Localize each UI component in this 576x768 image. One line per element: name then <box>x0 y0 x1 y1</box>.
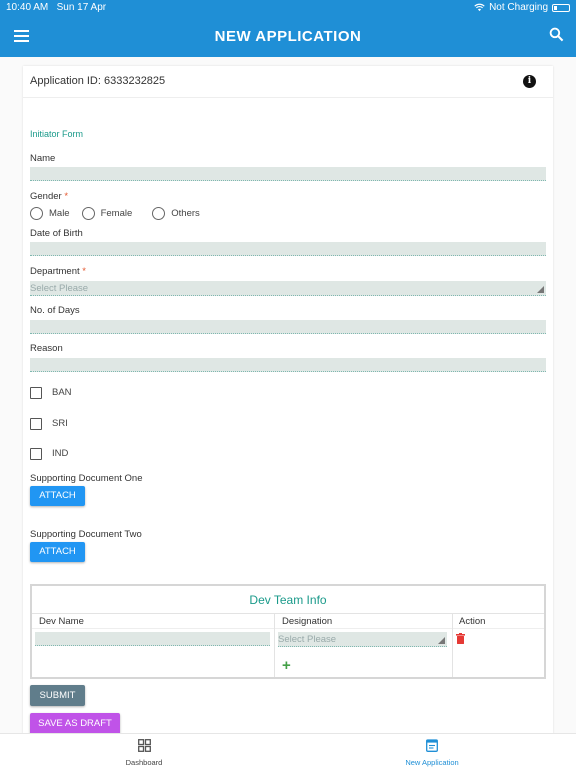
application-card: Application ID: 6333232825 i Initiator F… <box>23 66 553 734</box>
checkbox-label: BAN <box>52 387 72 398</box>
charging-status: Not Charging <box>489 2 548 13</box>
checkbox-label: SRI <box>52 418 68 429</box>
checkbox-box[interactable] <box>30 447 42 460</box>
search-icon[interactable] <box>549 27 564 42</box>
nav-label: New Application <box>405 758 459 767</box>
checkbox-label: IND <box>52 448 69 459</box>
gender-radio-group: Male Female Others <box>30 205 212 221</box>
table-divider <box>274 613 275 677</box>
required-mark: * <box>82 266 86 277</box>
nav-dashboard[interactable]: Dashboard <box>84 739 204 767</box>
save-draft-button[interactable]: SAVE AS DRAFT <box>30 713 120 734</box>
application-id: Application ID: 6333232825 <box>30 75 166 87</box>
attach-button-two[interactable]: ATTACH <box>30 542 85 562</box>
wifi-icon <box>474 3 485 12</box>
doc-two-label: Supporting Document Two <box>30 529 142 540</box>
table-divider <box>32 628 544 629</box>
checkbox-ban[interactable]: BAN <box>30 386 72 399</box>
checkbox-box[interactable] <box>30 386 42 399</box>
dashboard-icon <box>137 739 151 752</box>
status-time: 10:40 AM <box>6 2 49 13</box>
department-placeholder: Select Please <box>30 283 89 294</box>
app-bar: NEW APPLICATION <box>0 16 576 57</box>
attach-button-one[interactable]: ATTACH <box>30 486 85 506</box>
doc-one-label: Supporting Document One <box>30 473 143 484</box>
gender-label: Gender * <box>30 191 69 202</box>
page-title: NEW APPLICATION <box>214 28 362 45</box>
application-form-icon <box>426 739 438 752</box>
radio-label: Others <box>171 207 200 219</box>
radio-circle[interactable] <box>152 206 166 220</box>
info-icon[interactable]: i <box>523 75 536 88</box>
status-date: Sun 17 Apr <box>56 2 107 13</box>
department-select[interactable]: Select Please <box>30 281 546 296</box>
radio-circle[interactable] <box>81 206 95 220</box>
nav-new-application[interactable]: New Application <box>372 739 492 767</box>
name-field[interactable] <box>30 167 546 181</box>
dropdown-arrow-icon <box>537 286 544 293</box>
add-row-icon[interactable]: + <box>282 658 291 673</box>
name-label: Name <box>30 153 56 164</box>
radio-female[interactable]: Female <box>81 206 133 220</box>
column-header-dev-name: Dev Name <box>39 616 84 627</box>
column-header-designation: Designation <box>282 616 333 627</box>
table-divider <box>452 613 453 677</box>
bottom-nav: Dashboard New Application <box>0 733 576 768</box>
dropdown-arrow-icon <box>438 637 445 644</box>
table-divider <box>32 613 544 614</box>
radio-label: Male <box>49 207 70 219</box>
checkbox-box[interactable] <box>30 417 42 430</box>
nav-label: Dashboard <box>125 758 163 767</box>
dob-field[interactable] <box>30 242 546 256</box>
dev-team-title: Dev Team Info <box>249 593 327 607</box>
column-header-action: Action <box>459 616 486 627</box>
radio-male[interactable]: Male <box>30 206 70 220</box>
status-time-date: 10:40 AM Sun 17 Apr <box>6 2 106 13</box>
section-title: Initiator Form <box>30 129 84 139</box>
days-label: No. of Days <box>30 305 80 316</box>
required-mark: * <box>64 191 69 202</box>
designation-placeholder: Select Please <box>278 634 337 645</box>
reason-label: Reason <box>30 343 63 354</box>
dev-team-table: Dev Team Info Dev Name Designation Actio… <box>30 584 546 679</box>
checkbox-ind[interactable]: IND <box>30 447 68 460</box>
reason-field[interactable] <box>30 358 546 372</box>
submit-button[interactable]: SUBMIT <box>30 685 85 706</box>
dev-name-input[interactable] <box>35 632 270 646</box>
days-field[interactable] <box>30 320 546 334</box>
battery-icon <box>552 3 570 12</box>
dob-label: Date of Birth <box>30 228 83 239</box>
delete-icon[interactable] <box>456 633 465 644</box>
status-bar: 10:40 AM Sun 17 Apr Not Charging <box>0 0 576 16</box>
radio-label: Female <box>100 207 133 219</box>
department-label: Department * <box>30 266 86 277</box>
application-id-row: Application ID: 6333232825 i <box>23 66 553 98</box>
radio-circle[interactable] <box>30 206 43 220</box>
status-indicators: Not Charging <box>474 2 570 13</box>
radio-others[interactable]: Others <box>152 206 200 220</box>
checkbox-sri[interactable]: SRI <box>30 417 68 430</box>
top-bar: 10:40 AM Sun 17 Apr Not Charging NEW APP… <box>0 0 576 57</box>
designation-select[interactable]: Select Please <box>278 632 447 647</box>
